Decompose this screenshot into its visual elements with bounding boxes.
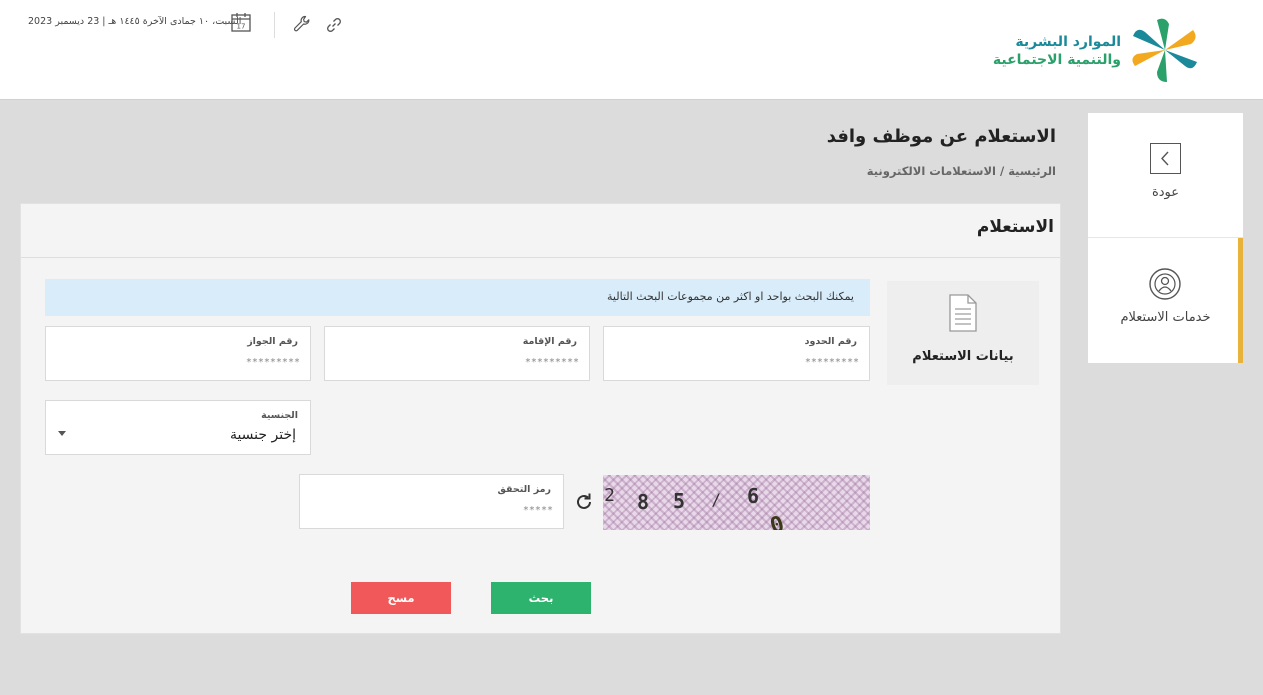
nationality-value: إختر جنسية — [229, 427, 296, 443]
captcha-image: 2 8 5 / 6 0 — [603, 475, 870, 540]
link-icon[interactable] — [324, 15, 344, 35]
panel-header: الاستعلام — [21, 204, 1060, 258]
inquiry-services-icon — [1149, 268, 1181, 300]
passport-number-field: رقم الجواز — [45, 326, 311, 381]
back-label: عودة — [1151, 185, 1180, 200]
captcha-char-1: 2 — [604, 485, 615, 506]
info-message: يمكنك البحث بواحد او اكثر من مجموعات الب… — [45, 279, 870, 316]
panel-title: الاستعلام — [976, 217, 1054, 237]
calendar-day: 17 — [237, 23, 246, 31]
iqama-number-field: رقم الإقامة — [324, 326, 590, 381]
inquiry-panel: الاستعلام بيانات الاستعلام يمكنك البحث ب… — [20, 203, 1061, 634]
inquiry-data-tab[interactable]: بيانات الاستعلام — [887, 281, 1039, 385]
document-icon — [949, 294, 977, 332]
captcha-char-2: 8 — [637, 490, 649, 514]
captcha-char-4: / — [711, 490, 721, 509]
captcha-input[interactable] — [333, 502, 553, 518]
iqama-number-input[interactable] — [349, 354, 579, 370]
logo-star-icon — [1132, 18, 1197, 82]
passport-number-input[interactable] — [70, 354, 300, 370]
services-sidebar: عودة خدمات الاستعلام — [1088, 113, 1243, 363]
active-indicator — [1238, 238, 1243, 363]
chevron-left-icon — [1150, 143, 1181, 174]
inquiry-services-label: خدمات الاستعلام — [1120, 310, 1211, 325]
calendar-icon: 17 — [231, 13, 251, 32]
captcha-label: رمز التحقق — [497, 484, 551, 495]
iqama-number-label: رقم الإقامة — [522, 336, 577, 347]
wrench-icon[interactable] — [292, 14, 312, 34]
passport-number-label: رقم الجواز — [247, 336, 298, 347]
sidebar-item-inquiry-services[interactable]: خدمات الاستعلام — [1088, 238, 1243, 363]
header-separator — [274, 12, 275, 38]
logo-line-2: والتنمية الاجتماعية — [992, 52, 1121, 68]
ministry-logo[interactable]: الموارد البشرية والتنمية الاجتماعية — [993, 16, 1203, 84]
border-number-input[interactable] — [629, 354, 859, 370]
top-header: الموارد البشرية والتنمية الاجتماعية السب… — [0, 0, 1263, 100]
border-number-field: رقم الحدود — [603, 326, 870, 381]
chevron-down-icon — [58, 431, 66, 436]
captcha-char-6: 0 — [767, 512, 787, 530]
border-number-label: رقم الحدود — [804, 336, 857, 347]
header-date: السبت، ١٠ جمادى الآخرة ١٤٤٥ هـ | 23 ديسم… — [28, 16, 242, 27]
captcha-char-5: 6 — [747, 484, 759, 508]
captcha-field: رمز التحقق — [299, 474, 564, 529]
captcha-char-3: 5 — [673, 489, 685, 513]
breadcrumb[interactable]: الرئيسية / الاستعلامات الالكترونية — [867, 164, 1056, 178]
search-button[interactable]: بحث — [491, 582, 591, 614]
inquiry-data-label: بيانات الاستعلام — [912, 349, 1014, 364]
back-button[interactable]: عودة — [1088, 113, 1243, 238]
clear-button[interactable]: مسح — [351, 582, 451, 614]
nationality-label: الجنسية — [261, 410, 298, 421]
refresh-icon[interactable] — [573, 491, 595, 513]
info-text: يمكنك البحث بواحد او اكثر من مجموعات الب… — [607, 290, 854, 303]
page-title: الاستعلام عن موظف وافد — [826, 126, 1056, 147]
logo-line-1: الموارد البشرية — [1015, 34, 1121, 50]
nationality-select[interactable]: الجنسية إختر جنسية — [45, 400, 311, 455]
